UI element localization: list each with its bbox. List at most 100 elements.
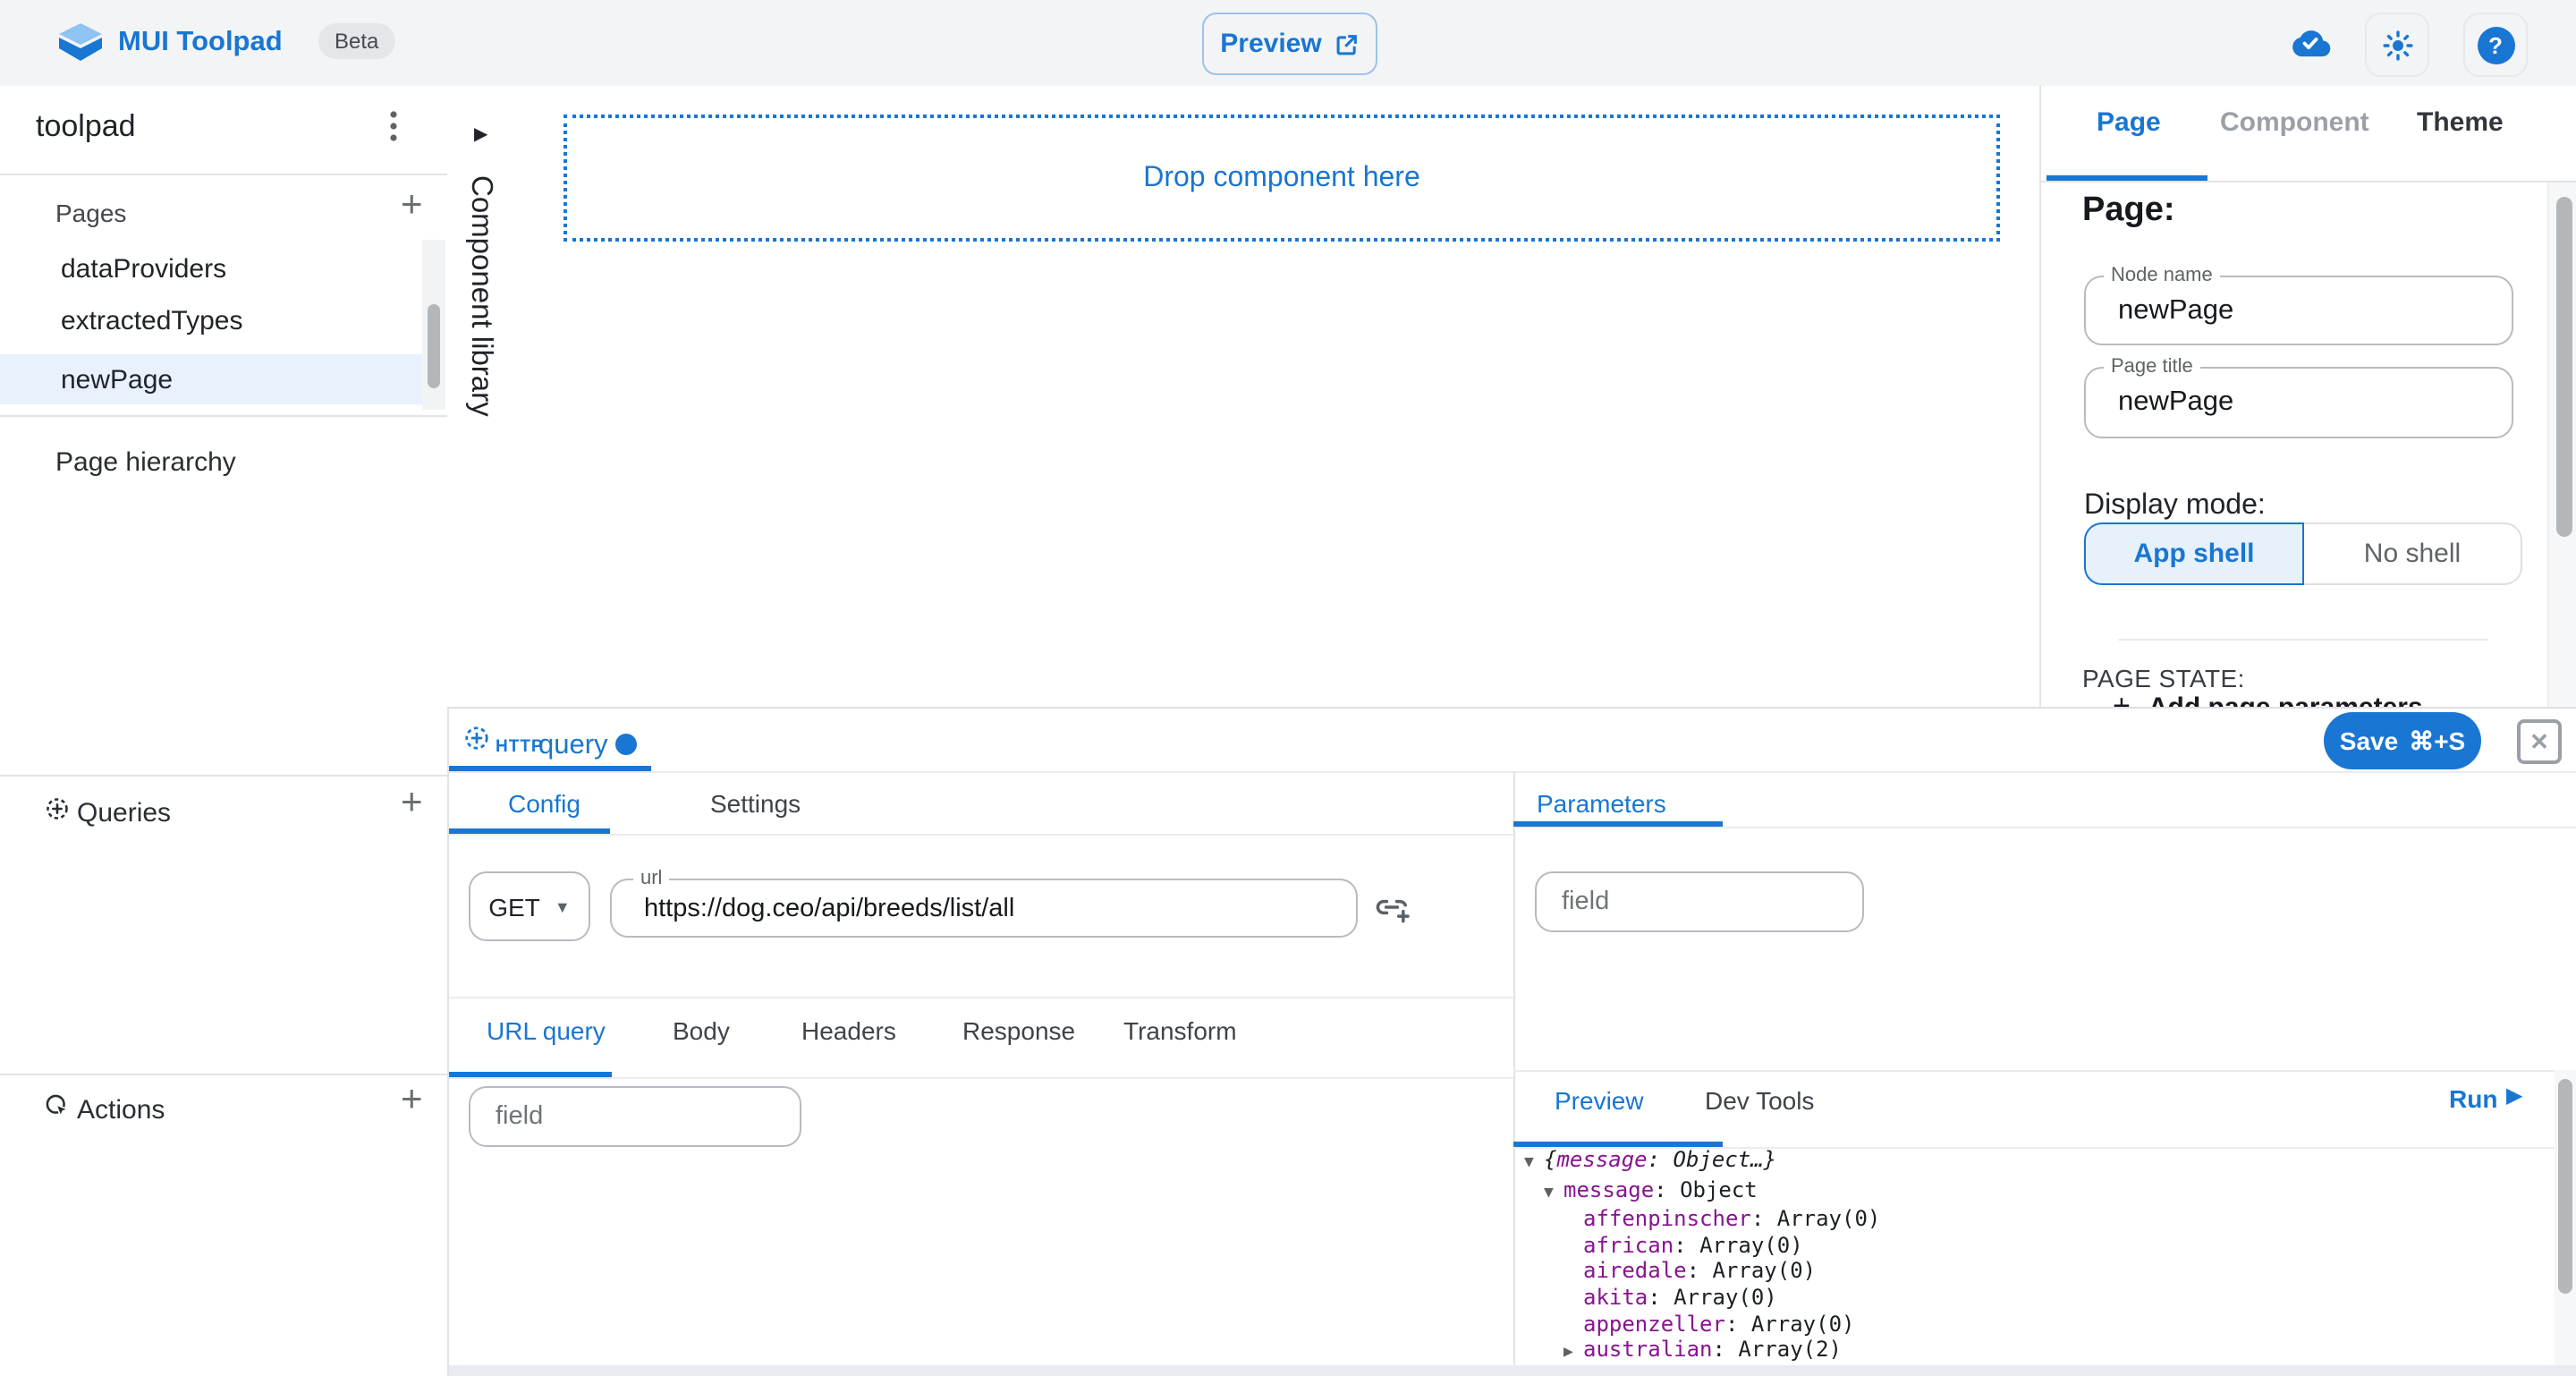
preview-scrollbar[interactable] [2555,1070,2576,1365]
tab-url-query[interactable]: URL query [487,1016,606,1045]
component-library-panel[interactable]: ▶ Component library [447,86,522,707]
preview-scrollbar-thumb[interactable] [2558,1079,2572,1294]
method-select[interactable]: GET ▼ [469,871,590,941]
inspector-scrollbar[interactable] [2547,183,2576,707]
save-shortcut: ⌘+S [2409,726,2465,756]
url-query-field-input[interactable]: field [469,1086,801,1147]
app-shell-label: App shell [2133,539,2254,569]
pages-scrollbar-thumb[interactable] [428,304,440,388]
actions-section-label: Actions [77,1095,165,1125]
query-editor-panel: HTTP query Save ⌘+S ✕ Config Settings GE… [447,707,2576,1376]
tab-preview[interactable]: Preview [1555,1086,1644,1115]
preview-button-label: Preview [1220,29,1321,59]
app-window: MUI Toolpad Beta Preview [0,0,2576,1374]
tab-theme[interactable]: Theme [2417,107,2504,138]
tab-parameters[interactable]: Parameters [1537,789,1666,818]
no-shell-label: No shell [2364,539,2461,569]
tab-component[interactable]: Component [2220,107,2369,138]
inspector-panel: Page Component Theme Page: Node name new… [2039,86,2576,707]
query-tab[interactable]: query [538,730,608,762]
expand-arrow-icon[interactable]: ▶ [474,125,487,145]
help-button[interactable]: ? [2463,13,2528,77]
component-library-label: Component library [463,175,497,417]
project-name: toolpad [36,109,136,145]
json-tree-row[interactable]: akita: Array(0) [1513,1285,2542,1311]
query-type-icon [463,725,490,752]
add-page-button[interactable]: + [401,190,423,222]
tab-headers[interactable]: Headers [801,1016,896,1045]
json-tree-row[interactable]: ▼{message: Object…} [1513,1147,2542,1176]
theme-toggle-button[interactable] [2365,13,2429,77]
sidebar-item-dataproviders[interactable]: dataProviders [0,243,424,293]
drop-zone[interactable]: Drop component here [564,115,2000,242]
queries-icon [45,796,70,821]
page-item-label: newPage [61,364,173,395]
page-hierarchy-label: Page hierarchy [55,447,236,478]
drop-hint-text: Drop component here [1143,162,1420,194]
node-name-label: Node name [2104,265,2220,286]
inspector-scrollbar-thumb[interactable] [2556,197,2572,537]
add-page-parameters-button[interactable]: + Add page parameters [2113,689,2423,707]
save-button-label: Save [2340,726,2398,755]
unsaved-indicator-dot [615,734,637,755]
node-name-value: newPage [2118,294,2233,327]
parameters-field-input[interactable]: field [1535,871,1864,932]
add-action-button[interactable]: + [401,1084,423,1117]
json-tree-row[interactable]: ▶australian: Array(2) [1513,1337,2542,1365]
json-tree: ▼{message: Object…}▼message: Objectaffen… [1513,1147,2542,1365]
external-link-icon [1335,31,1360,56]
json-tree-row[interactable]: appenzeller: Array(0) [1513,1311,2542,1337]
run-button[interactable]: Run [2449,1084,2497,1113]
url-input[interactable]: url https://dog.ceo/api/breeds/list/all [610,879,1358,938]
parameters-field-placeholder: field [1562,888,1609,916]
page-title-field[interactable]: Page title newPage [2084,367,2513,438]
pages-scrollbar[interactable] [422,240,445,410]
json-tree-row[interactable]: affenpinscher: Array(0) [1513,1206,2542,1232]
tab-response[interactable]: Response [962,1016,1075,1045]
queries-section-label: Queries [77,798,171,828]
add-page-parameters-label: Add page parameters [2148,692,2423,707]
tab-config[interactable]: Config [508,789,580,818]
preview-button[interactable]: Preview [1202,13,1377,75]
kebab-menu-icon[interactable] [390,111,397,141]
pages-section-label: Pages [55,199,126,227]
page-title-label: Page title [2104,356,2200,378]
sun-icon [2382,30,2412,60]
tab-page[interactable]: Page [2097,107,2161,138]
tab-body[interactable]: Body [673,1016,730,1045]
page-canvas[interactable]: Drop component here [521,86,2039,707]
app-header: MUI Toolpad Beta Preview [0,0,2576,88]
beta-badge: Beta [318,23,394,59]
tab-transform[interactable]: Transform [1123,1016,1237,1045]
add-binding-icon[interactable] [1372,888,1411,927]
sidebar-item-newpage[interactable]: newPage [0,354,424,404]
tab-dev-tools[interactable]: Dev Tools [1705,1086,1814,1115]
display-mode-label: Display mode: [2084,490,2266,522]
sidebar-item-extractedtypes[interactable]: extractedTypes [0,295,424,345]
url-query-field-placeholder: field [496,1102,543,1131]
chevron-down-icon: ▼ [555,897,571,915]
url-input-label: url [633,868,669,889]
display-mode-app-shell[interactable]: App shell [2084,522,2304,585]
json-tree-row[interactable]: airedale: Array(0) [1513,1259,2542,1285]
tab-settings[interactable]: Settings [710,789,801,818]
node-name-field[interactable]: Node name newPage [2084,276,2513,345]
close-panel-button[interactable]: ✕ [2517,719,2562,764]
toolpad-logo-icon [59,23,102,63]
question-mark-icon: ? [2477,26,2514,64]
page-item-label: dataProviders [61,253,226,284]
json-tree-row[interactable]: african: Array(0) [1513,1233,2542,1259]
save-button[interactable]: Save ⌘+S [2324,712,2481,769]
plus-icon: + [2113,689,2131,707]
sidebar: toolpad Pages + dataProviders extractedT… [0,86,449,1374]
inspector-heading: Page: [2082,191,2175,231]
display-mode-no-shell[interactable]: No shell [2304,522,2522,585]
add-query-button[interactable]: + [401,787,423,820]
horizontal-scrollbar-track[interactable] [449,1365,2576,1376]
actions-icon [45,1093,70,1118]
url-input-value: https://dog.ceo/api/breeds/list/all [644,894,1014,922]
page-title-value: newPage [2118,386,2233,419]
run-play-icon[interactable]: ▶ [2506,1083,2522,1108]
page-item-label: extractedTypes [61,305,242,336]
json-tree-row[interactable]: ▼message: Object [1513,1176,2542,1206]
